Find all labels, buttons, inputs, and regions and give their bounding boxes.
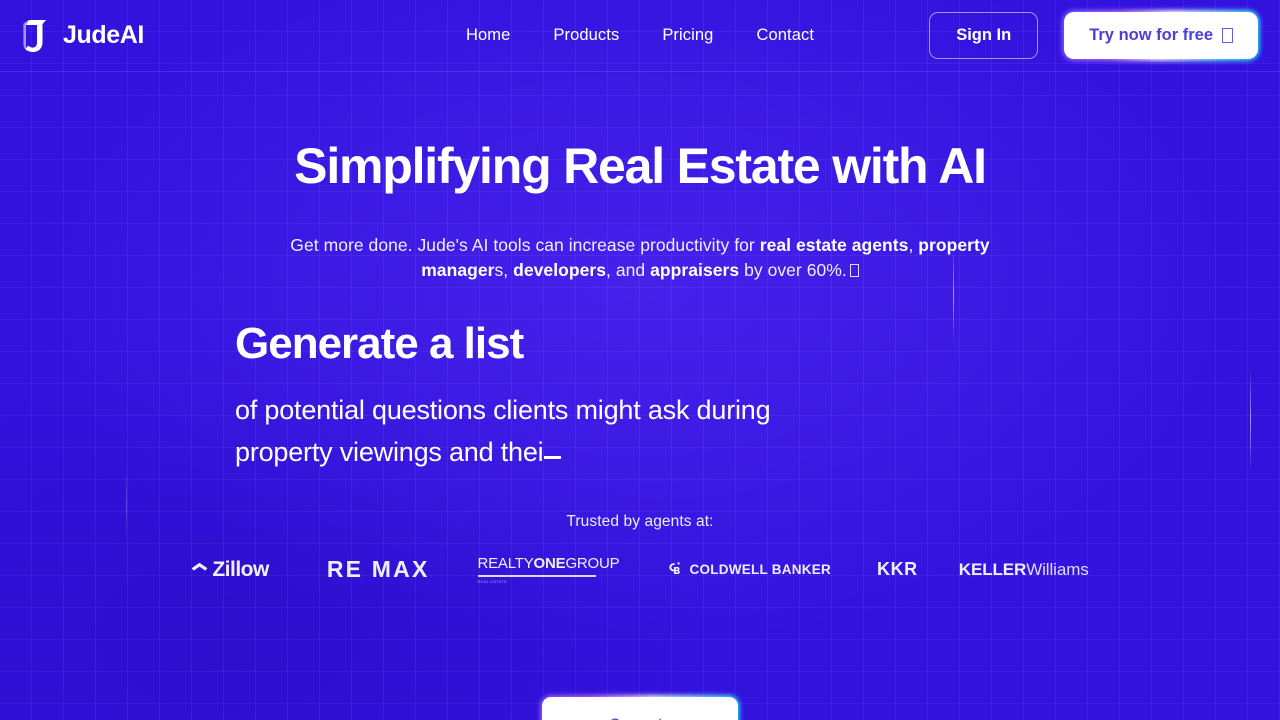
typing-body: of potential questions clients might ask… — [235, 389, 795, 473]
nav-item-pricing[interactable]: Pricing — [662, 26, 713, 45]
header-actions: Sign In Try now for free — [929, 12, 1258, 59]
try-now-button-wrapper: Try now for free — [1064, 12, 1258, 59]
brand-name: JudeAI — [63, 21, 144, 49]
hero-section: Simplifying Real Estate with AI Get more… — [0, 72, 1280, 720]
subtitle-bold-developers: developers — [513, 259, 607, 280]
hero-subtitle: Get more done. Jude's AI tools can incre… — [275, 233, 1005, 283]
missing-glyph-box-icon — [1222, 28, 1233, 43]
site-header: JudeAI Home Products Pricing Contact Sig… — [0, 0, 1280, 72]
nav-item-home[interactable]: Home — [466, 26, 510, 45]
try-now-label: Try now for free — [1089, 26, 1213, 44]
typing-caret — [544, 456, 562, 460]
jude-j-monogram-icon — [23, 19, 46, 52]
subtitle-part-4: , and — [606, 259, 651, 280]
typing-headline: Generate a list — [235, 318, 524, 368]
subtitle-bold-appraisers: appraisers — [650, 259, 740, 280]
page-title: Simplifying Real Estate with AI — [294, 138, 987, 194]
nav-item-contact[interactable]: Contact — [756, 26, 814, 45]
subtitle-bold-agents: real estate agents — [759, 235, 909, 255]
typing-body-text: of potential questions clients might ask… — [235, 395, 771, 468]
sign-in-button[interactable]: Sign In — [929, 12, 1039, 59]
subtitle-part-2: , — [908, 235, 919, 255]
brand-logo[interactable]: JudeAI — [22, 19, 144, 53]
prompt-card[interactable]: Generate — [542, 697, 738, 720]
prompt-card-wrapper: Generate — [542, 697, 738, 720]
subtitle-part-1: Get more done. Jude's AI tools can incre… — [290, 235, 760, 255]
subtitle-part-5: by over 60%. — [739, 259, 847, 280]
subtitle-part-3: s, — [494, 259, 514, 280]
missing-glyph-box-icon — [849, 263, 859, 277]
typing-demo-block: Generate a list of potential questions c… — [235, 318, 935, 474]
nav-item-products[interactable]: Products — [553, 26, 619, 45]
try-now-button[interactable]: Try now for free — [1064, 12, 1258, 59]
prompt-card-label: Generate — [610, 715, 671, 720]
landing-page: JudeAI Home Products Pricing Contact Sig… — [0, 0, 1280, 720]
